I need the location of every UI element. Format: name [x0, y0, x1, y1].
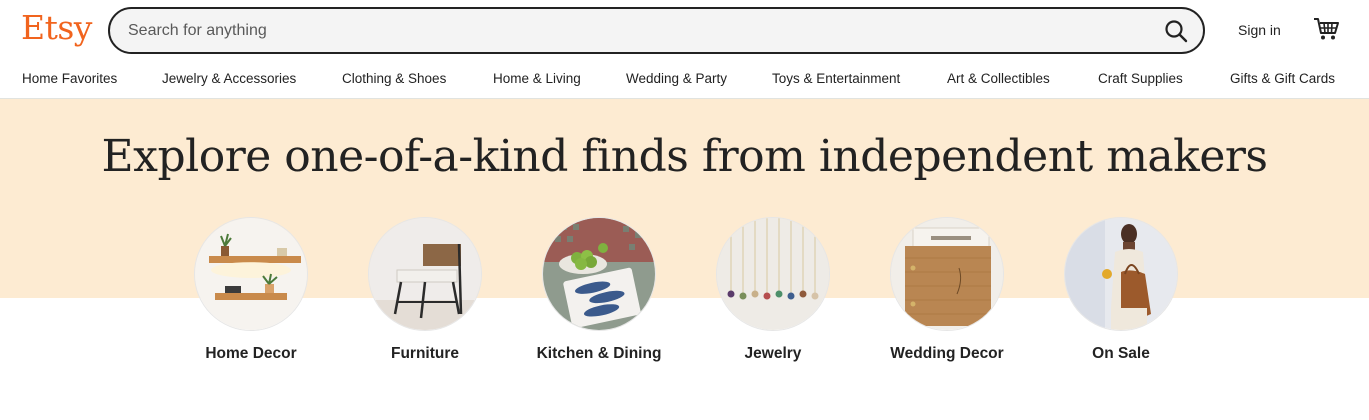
nav-item-gifts-gift-cards[interactable]: Gifts & Gift Cards — [1230, 71, 1335, 86]
sign-in-link[interactable]: Sign in — [1238, 22, 1281, 38]
search-icon[interactable] — [1163, 18, 1189, 44]
nav-item-jewelry-accessories[interactable]: Jewelry & Accessories — [162, 71, 296, 86]
nav-item-home-living[interactable]: Home & Living — [493, 71, 581, 86]
on-sale-image — [1064, 217, 1178, 331]
wedding-decor-image — [890, 217, 1004, 331]
search-bar — [108, 7, 1205, 54]
category-label: Furniture — [390, 345, 460, 362]
category-nav: Home Favorites Jewelry & Accessories Clo… — [0, 62, 1369, 99]
hero-title: Explore one-of-a-kind finds from indepen… — [101, 131, 1268, 182]
category-label: Home Decor — [205, 345, 297, 362]
furniture-image — [368, 217, 482, 331]
jewelry-image — [716, 217, 830, 331]
category-wedding-decor[interactable]: Wedding Decor — [862, 217, 1032, 364]
etsy-logo[interactable]: Etsy — [21, 8, 92, 47]
site-header: Etsy Sign in — [0, 0, 1369, 62]
category-home-decor[interactable]: Home Decor — [166, 217, 336, 364]
nav-item-art-collectibles[interactable]: Art & Collectibles — [947, 71, 1050, 86]
category-jewelry[interactable]: Jewelry — [688, 217, 858, 364]
category-label: On Sale — [1092, 345, 1150, 362]
search-input[interactable] — [128, 9, 1128, 52]
category-kitchen-dining[interactable]: Kitchen & Dining — [514, 217, 684, 364]
category-label: Jewelry — [744, 345, 802, 362]
kitchen-dining-image — [542, 217, 656, 331]
category-furniture[interactable]: Furniture — [340, 217, 510, 364]
home-decor-image — [194, 217, 308, 331]
category-label: Wedding Decor — [890, 345, 1004, 362]
category-on-sale[interactable]: On Sale — [1036, 217, 1206, 364]
nav-item-clothing-shoes[interactable]: Clothing & Shoes — [342, 71, 446, 86]
nav-item-craft-supplies[interactable]: Craft Supplies — [1098, 71, 1183, 86]
cart-icon[interactable] — [1312, 16, 1340, 42]
category-label: Kitchen & Dining — [536, 345, 662, 362]
nav-item-toys-entertainment[interactable]: Toys & Entertainment — [772, 71, 900, 86]
nav-item-wedding-party[interactable]: Wedding & Party — [626, 71, 727, 86]
nav-item-home-favorites[interactable]: Home Favorites — [22, 71, 117, 86]
